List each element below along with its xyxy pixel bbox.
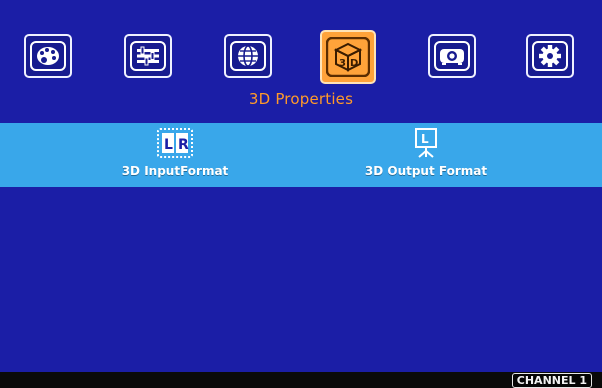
section-title: 3D Properties	[248, 90, 354, 108]
palette-icon	[30, 41, 66, 71]
svg-text:L: L	[421, 132, 429, 146]
projector-icon	[434, 41, 470, 71]
osd-screen: 3 D 3D Properties L R 3D InputFormat L 3…	[0, 0, 602, 372]
nav-tab-network[interactable]	[224, 34, 272, 78]
3d-label-text: 3	[339, 58, 346, 69]
nav-tab-3d[interactable]: 3 D	[320, 30, 376, 84]
gear-icon	[532, 41, 568, 71]
submenu-label-output-format: 3D Output Format	[364, 164, 488, 178]
submenu-item-3d-output-format[interactable]: L 3D Output Format	[336, 127, 516, 185]
projection-screen-icon: L	[415, 128, 437, 158]
svg-text:L: L	[164, 137, 173, 153]
nav-tab-audio[interactable]	[124, 34, 172, 78]
nav-tab-picture[interactable]	[24, 34, 72, 78]
lr-format-icon: L R	[157, 128, 193, 158]
3d-cube-icon: 3 D	[326, 37, 370, 77]
globe-icon	[230, 41, 266, 71]
submenu-label-input-format: 3D InputFormat	[121, 164, 229, 178]
submenu-item-3d-input-format[interactable]: L R 3D InputFormat	[85, 127, 265, 185]
submenu-panel: L R 3D InputFormat L 3D Output Format	[0, 123, 602, 187]
equalizer-icon	[130, 41, 166, 71]
nav-tab-settings[interactable]	[526, 34, 574, 78]
svg-text:R: R	[178, 137, 189, 153]
svg-text:D: D	[350, 58, 358, 69]
top-menu-bar: 3 D	[24, 30, 584, 84]
nav-tab-projector[interactable]	[428, 34, 476, 78]
channel-badge: CHANNEL 1	[511, 373, 592, 388]
